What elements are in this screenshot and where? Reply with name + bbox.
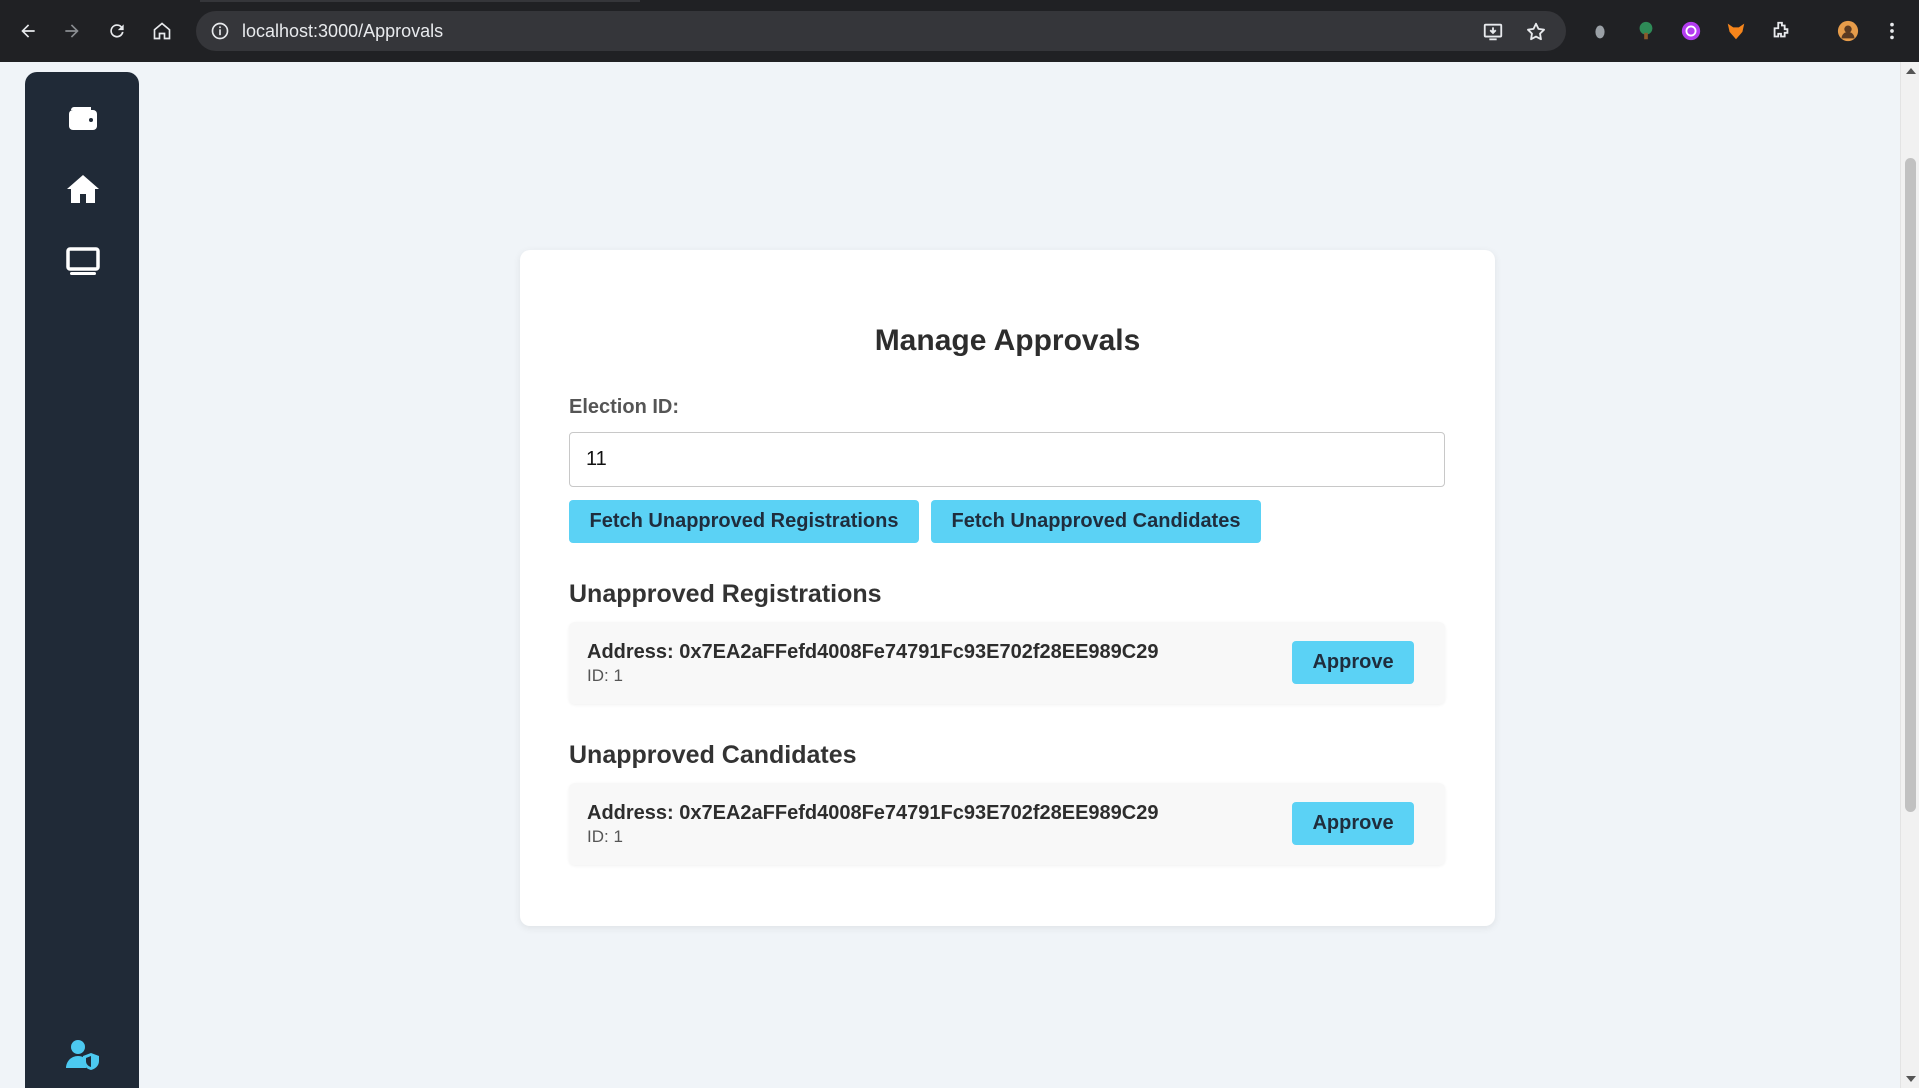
reload-icon <box>110 24 124 38</box>
home-icon <box>67 175 99 203</box>
home-outline-icon <box>153 22 171 40</box>
sidebar-item-admin[interactable] <box>64 1035 102 1073</box>
sidebar <box>25 72 139 1088</box>
purple-circle-extension-icon <box>1681 21 1701 41</box>
fetch-registrations-button[interactable]: Fetch Unapproved Registrations <box>569 500 919 543</box>
extension-fox-button[interactable] <box>1724 19 1748 43</box>
info-icon[interactable] <box>210 21 230 41</box>
sidebar-item-wallet[interactable] <box>64 100 102 138</box>
extensions-button[interactable] <box>1769 19 1793 43</box>
candidates-heading: Unapproved Candidates <box>569 741 857 769</box>
install-app-icon[interactable] <box>1482 21 1504 43</box>
fetch-candidates-button[interactable]: Fetch Unapproved Candidates <box>931 500 1261 543</box>
wallet-icon <box>69 107 97 130</box>
star-icon[interactable] <box>1525 21 1547 43</box>
approvals-card: Manage Approvals Election ID: Fetch Unap… <box>520 250 1495 926</box>
registration-row: Address: 0x7EA2aFFefd4008Fe74791Fc93E702… <box>569 622 1445 704</box>
forward-button[interactable] <box>59 18 85 44</box>
kebab-menu-icon <box>1890 22 1894 40</box>
address-bar[interactable]: localhost:3000/Approvals <box>196 11 1566 51</box>
election-id-label: Election ID: <box>569 396 680 418</box>
scrollbar-thumb[interactable] <box>1905 158 1916 812</box>
registration-address: Address: 0x7EA2aFFefd4008Fe74791Fc93E702… <box>587 641 1159 663</box>
approve-candidate-button[interactable]: Approve <box>1292 802 1414 845</box>
profile-button[interactable] <box>1836 19 1860 43</box>
reload-button[interactable] <box>104 18 130 44</box>
arrow-left-icon <box>21 24 35 38</box>
sidebar-item-monitor[interactable] <box>64 242 102 280</box>
ghost-extension-icon <box>1595 25 1605 39</box>
candidate-id: ID: 1 <box>587 827 623 846</box>
puzzle-icon <box>1773 21 1789 38</box>
candidate-address: Address: 0x7EA2aFFefd4008Fe74791Fc93E702… <box>587 802 1159 824</box>
home-button[interactable] <box>149 18 175 44</box>
arrow-right-icon <box>65 24 79 38</box>
scroll-down-icon[interactable] <box>1906 1076 1916 1082</box>
browser-toolbar: localhost:3000/Approvals <box>0 0 1919 62</box>
election-id-input[interactable] <box>569 432 1445 487</box>
candidate-row: Address: 0x7EA2aFFefd4008Fe74791Fc93E702… <box>569 783 1445 865</box>
back-button[interactable] <box>15 18 41 44</box>
extension-tree-button[interactable] <box>1634 19 1658 43</box>
extension-ghost-button[interactable] <box>1588 19 1612 43</box>
registrations-heading: Unapproved Registrations <box>569 580 882 608</box>
extension-purple-button[interactable] <box>1679 19 1703 43</box>
user-shield-icon <box>65 1040 99 1070</box>
page-title: Manage Approvals <box>874 324 1141 357</box>
scroll-up-icon[interactable] <box>1906 68 1916 74</box>
avatar <box>1837 20 1859 42</box>
vertical-scrollbar[interactable] <box>1900 62 1919 1088</box>
tree-extension-icon <box>1639 21 1653 40</box>
chrome-menu-button[interactable] <box>1880 19 1904 43</box>
approve-registration-button[interactable]: Approve <box>1292 641 1414 684</box>
tab-strip <box>200 0 640 2</box>
registration-id: ID: 1 <box>587 666 623 685</box>
monitor-icon <box>66 247 100 275</box>
fox-extension-icon <box>1727 23 1745 40</box>
sidebar-item-home[interactable] <box>64 170 102 208</box>
url-text: localhost:3000/Approvals <box>242 21 444 41</box>
